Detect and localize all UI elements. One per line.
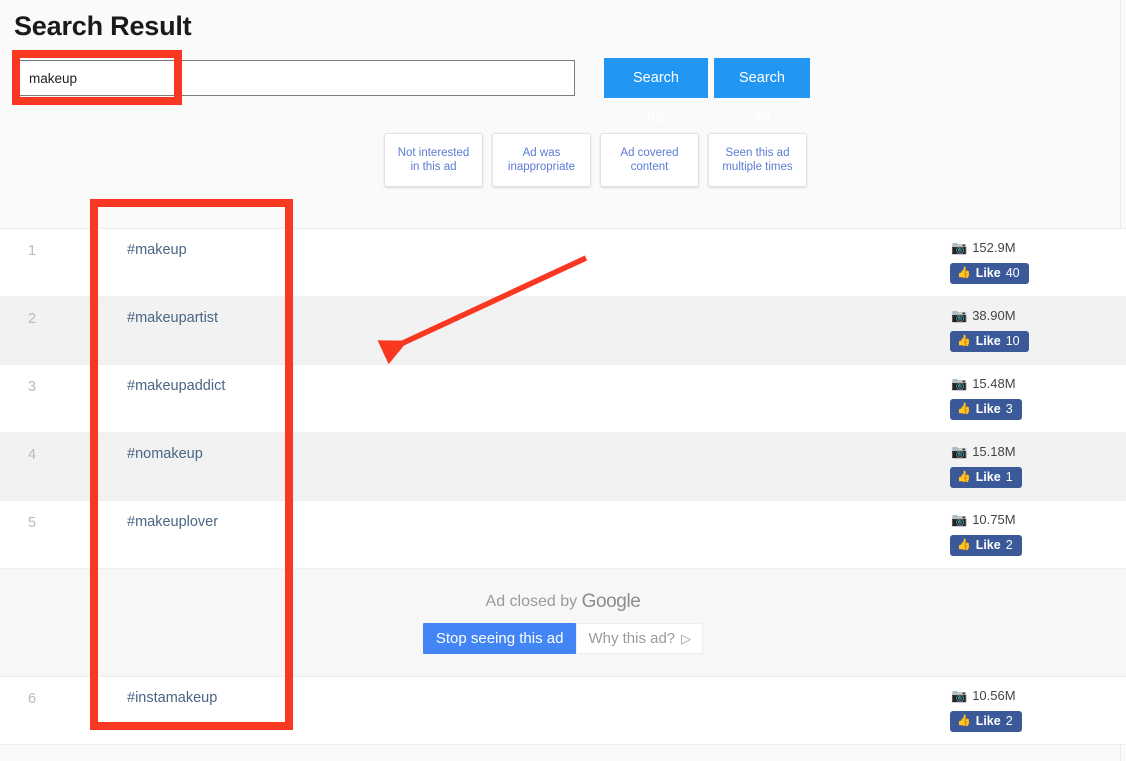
thumbs-up-icon: 👍	[957, 472, 971, 483]
table-row[interactable]: 6 #instamakeup 📷 10.56M 👍 Like 2	[0, 677, 1126, 745]
camera-icon: 📷	[951, 309, 967, 322]
play-triangle-icon: ▷	[681, 631, 691, 647]
table-row[interactable]: 4 #nomakeup 📷 15.18M 👍 Like 1	[0, 433, 1126, 501]
google-wordmark: Google	[582, 591, 641, 612]
post-count: 📷 15.48M	[950, 374, 1110, 392]
google-ad-closed-block: Ad closed by Google Stop seeing this ad …	[0, 569, 1126, 677]
like-button[interactable]: 👍 Like 10	[950, 331, 1029, 352]
chip-not-interested-in-this-ad[interactable]: Not interested in this ad	[384, 133, 483, 187]
post-count-value: 152.9M	[972, 240, 1015, 255]
like-count: 2	[1006, 538, 1013, 553]
chip-ad-was-inappropriate[interactable]: Ad was inappropriate	[492, 133, 591, 187]
like-button[interactable]: 👍 Like 40	[950, 263, 1029, 284]
like-button[interactable]: 👍 Like 3	[950, 399, 1022, 420]
like-label: Like	[976, 334, 1001, 349]
hashtag-link[interactable]: #makeuplover	[127, 514, 218, 530]
thumbs-up-icon: 👍	[957, 268, 971, 279]
thumbs-up-icon: 👍	[957, 336, 971, 347]
ad-action-buttons: Stop seeing this ad Why this ad? ▷	[0, 623, 1126, 654]
post-count: 📷 10.75M	[950, 510, 1110, 528]
like-count: 1	[1006, 470, 1013, 485]
thumbs-up-icon: 👍	[957, 540, 971, 551]
row-rank: 1	[28, 243, 36, 259]
table-row[interactable]: 1 #makeup 📷 152.9M 👍 Like 40	[0, 229, 1126, 297]
search-input[interactable]	[18, 60, 575, 96]
post-count-value: 10.56M	[972, 688, 1015, 703]
post-count-value: 15.48M	[972, 376, 1015, 391]
post-count-value: 10.75M	[972, 512, 1015, 527]
like-count: 2	[1006, 714, 1013, 729]
post-count-value: 38.90M	[972, 308, 1015, 323]
row-metrics: 📷 152.9M 👍 Like 40	[950, 238, 1110, 284]
ad-feedback-chips: Not interested in this ad Ad was inappro…	[384, 133, 807, 187]
post-count: 📷 152.9M	[950, 238, 1110, 256]
like-count: 3	[1006, 402, 1013, 417]
table-row[interactable]: 3 #makeupaddict 📷 15.48M 👍 Like 3	[0, 365, 1126, 433]
hashtag-link[interactable]: #makeupartist	[127, 310, 218, 326]
row-metrics: 📷 15.18M 👍 Like 1	[950, 442, 1110, 488]
chip-ad-covered-content[interactable]: Ad covered content	[600, 133, 699, 187]
post-count: 📷 38.90M	[950, 306, 1110, 324]
like-button[interactable]: 👍 Like 1	[950, 467, 1022, 488]
post-count: 📷 10.56M	[950, 686, 1110, 704]
row-rank: 4	[28, 447, 36, 463]
like-label: Like	[976, 470, 1001, 485]
like-label: Like	[976, 714, 1001, 729]
post-count-value: 15.18M	[972, 444, 1015, 459]
row-metrics: 📷 10.75M 👍 Like 2	[950, 510, 1110, 556]
search-top-button[interactable]: Search Top	[604, 58, 708, 98]
camera-icon: 📷	[951, 377, 967, 390]
camera-icon: 📷	[951, 689, 967, 702]
like-button[interactable]: 👍 Like 2	[950, 535, 1022, 556]
hashtag-link[interactable]: #nomakeup	[127, 446, 203, 462]
camera-icon: 📷	[951, 513, 967, 526]
thumbs-up-icon: 👍	[957, 716, 971, 727]
hashtag-link[interactable]: #makeup	[127, 242, 187, 258]
thumbs-up-icon: 👍	[957, 404, 971, 415]
hashtag-link[interactable]: #instamakeup	[127, 690, 217, 706]
table-row[interactable]: 2 #makeupartist 📷 38.90M 👍 Like 10	[0, 297, 1126, 365]
ad-closed-label: Ad closed by	[486, 593, 582, 610]
like-label: Like	[976, 402, 1001, 417]
chip-seen-this-ad-multiple-times[interactable]: Seen this ad multiple times	[708, 133, 807, 187]
search-bar: Search Top Search All	[0, 58, 1126, 102]
row-rank: 5	[28, 515, 36, 531]
like-label: Like	[976, 538, 1001, 553]
hashtag-link[interactable]: #makeupaddict	[127, 378, 225, 394]
search-all-button[interactable]: Search All	[714, 58, 810, 98]
row-rank: 6	[28, 691, 36, 707]
why-this-ad-label: Why this ad?	[588, 630, 675, 647]
results-table: 1 #makeup 📷 152.9M 👍 Like 40 2 #makeupar…	[0, 228, 1126, 745]
why-this-ad-button[interactable]: Why this ad? ▷	[576, 623, 703, 654]
camera-icon: 📷	[951, 445, 967, 458]
like-count: 40	[1006, 266, 1020, 281]
row-rank: 3	[28, 379, 36, 395]
row-metrics: 📷 38.90M 👍 Like 10	[950, 306, 1110, 352]
row-metrics: 📷 10.56M 👍 Like 2	[950, 686, 1110, 732]
table-row[interactable]: 5 #makeuplover 📷 10.75M 👍 Like 2	[0, 501, 1126, 569]
like-button[interactable]: 👍 Like 2	[950, 711, 1022, 732]
camera-icon: 📷	[951, 241, 967, 254]
row-rank: 2	[28, 311, 36, 327]
page-title: Search Result	[14, 11, 191, 41]
post-count: 📷 15.18M	[950, 442, 1110, 460]
ad-closed-text: Ad closed by Google	[0, 591, 1126, 613]
search-result-page: Search Result Search Top Search All Not …	[0, 0, 1126, 761]
like-label: Like	[976, 266, 1001, 281]
stop-seeing-this-ad-button[interactable]: Stop seeing this ad	[423, 623, 577, 654]
row-metrics: 📷 15.48M 👍 Like 3	[950, 374, 1110, 420]
like-count: 10	[1006, 334, 1020, 349]
